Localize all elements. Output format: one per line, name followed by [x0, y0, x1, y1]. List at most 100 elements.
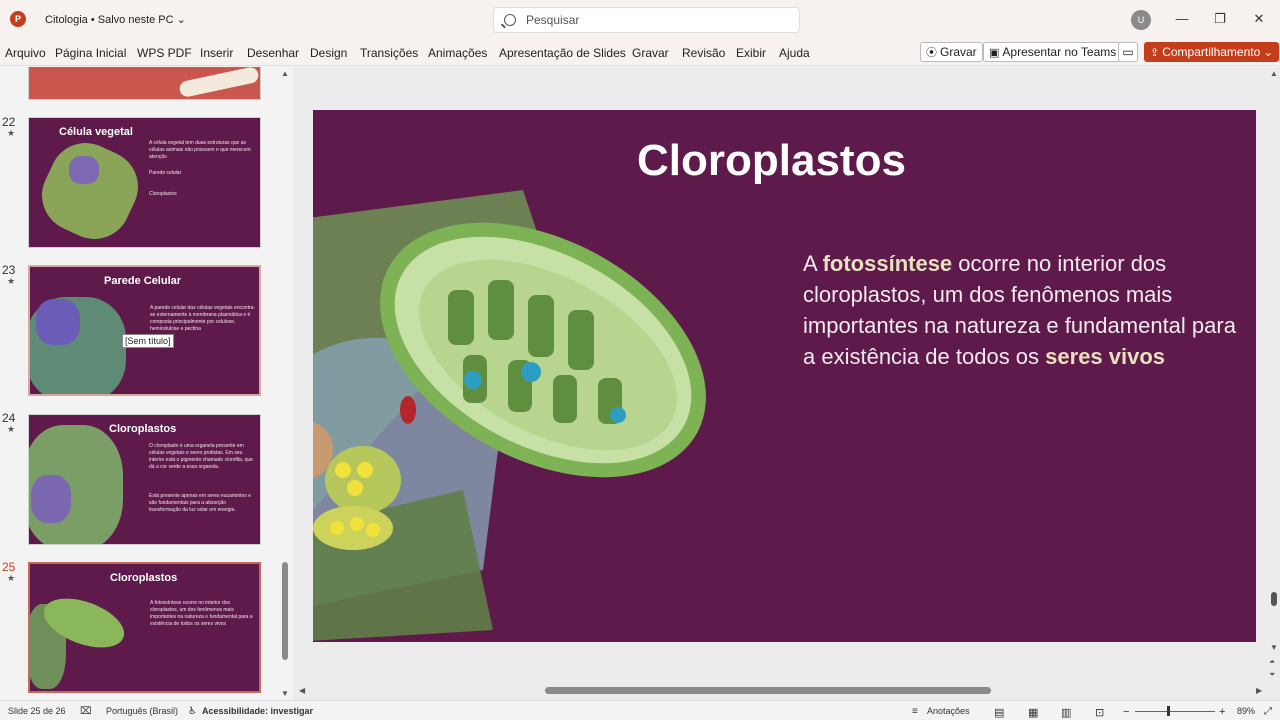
share-button[interactable]: ⇪ Compartilhamento ⌄ — [1144, 42, 1280, 62]
thumbnail-label: Cloroplastos — [149, 191, 177, 197]
normal-view-icon[interactable]: ▤ — [994, 706, 1004, 719]
tab-design[interactable]: Design — [310, 46, 347, 60]
record-icon: ⦿ — [926, 47, 937, 59]
tab-inserir[interactable]: Inserir — [200, 46, 233, 60]
tab-apresentacao[interactable]: Apresentação de Slides — [499, 46, 626, 60]
search-input[interactable]: Pesquisar — [493, 7, 800, 33]
slide-title[interactable]: Cloroplastos — [637, 136, 906, 186]
tab-arquivo[interactable]: Arquivo — [5, 46, 46, 60]
scrollbar-thumb[interactable] — [282, 562, 288, 660]
cell-image — [30, 131, 150, 247]
tab-desenhar[interactable]: Desenhar — [247, 46, 299, 60]
chevron-down-icon: ⌄ — [1263, 45, 1274, 59]
tab-gravar[interactable]: Gravar — [632, 46, 669, 60]
thumbnail-label: Parede celular — [149, 170, 182, 176]
next-slide-icon[interactable]: ⏷ — [1269, 670, 1275, 680]
language-indicator[interactable]: Português (Brasil) — [106, 706, 178, 716]
tab-animacoes[interactable]: Animações — [428, 46, 487, 60]
thumbnail-slide-24[interactable]: Cloroplastos O cloroplasto é uma organel… — [28, 414, 261, 545]
search-placeholder: Pesquisar — [526, 13, 580, 27]
thumbnail-title: Cloroplastos — [110, 572, 178, 584]
thumbnail-body: A fotossíntese ocorre no interior dos cl… — [150, 600, 253, 627]
scrollbar-thumb[interactable] — [545, 687, 991, 694]
star-icon: ★ — [7, 424, 16, 434]
scroll-up-icon[interactable]: ▲ — [281, 69, 289, 78]
restore-icon[interactable]: ❐ — [1211, 10, 1229, 28]
ribbon-tabs: Arquivo Página Inicial WPS PDF Inserir D… — [0, 40, 1280, 66]
scroll-right-icon[interactable]: ▶ — [1256, 686, 1262, 695]
thumbnail-slide-21[interactable] — [28, 67, 261, 100]
star-icon: ★ — [7, 276, 16, 286]
present-teams-button[interactable]: ▣ Apresentar no Teams — [983, 42, 1123, 62]
highlight-photosynthesis: fotossíntese — [822, 251, 953, 276]
share-icon: ⇪ — [1150, 46, 1160, 59]
notes-icon: ≡ — [912, 706, 918, 717]
reading-view-icon[interactable]: ▥ — [1061, 706, 1071, 719]
comment-icon: ▭ — [1122, 45, 1134, 59]
search-icon — [504, 14, 516, 26]
highlight-living-beings: seres vivos — [1045, 344, 1166, 369]
teams-icon: ▣ — [989, 46, 1000, 59]
thumbnail-title: Cloroplastos — [109, 423, 177, 435]
thumbnail-scrollbar[interactable]: ▲ ▼ — [279, 67, 291, 700]
thumbnail-slide-25[interactable]: Cloroplastos A fotossíntese ocorre no in… — [28, 562, 261, 693]
nucleus-image — [36, 299, 80, 345]
avatar[interactable]: U — [1131, 10, 1151, 30]
powerpoint-icon: P — [10, 11, 26, 27]
tab-pagina-inicial[interactable]: Página Inicial — [55, 46, 126, 60]
star-icon: ★ — [7, 128, 16, 138]
thumbnail-slide-22[interactable]: Célula vegetal A célula vegetal tem duas… — [28, 117, 261, 248]
tab-exibir[interactable]: Exibir — [736, 46, 766, 60]
notes-button[interactable]: Anotações — [927, 706, 970, 716]
document-title[interactable]: Citologia • Salvo neste PC ⌄ — [45, 13, 186, 26]
tab-ajuda[interactable]: Ajuda — [779, 46, 810, 60]
thumbnail-slide-23[interactable]: Parede Celular A parede celular das célu… — [28, 265, 261, 396]
thumbnail-image — [178, 67, 260, 99]
slide-number: 23 — [2, 263, 16, 277]
slideshow-icon[interactable]: ⊡ — [1095, 706, 1104, 719]
scroll-up-icon[interactable]: ▲ — [1270, 69, 1278, 78]
chevron-down-icon: ⌄ — [176, 14, 186, 26]
record-button[interactable]: ⦿ Gravar — [920, 42, 983, 62]
vertical-scrollbar[interactable]: ▲ ▼ ⏶ ⏷ — [1268, 67, 1280, 684]
accessibility-icon: ♿ — [188, 706, 197, 717]
slide-sorter-icon[interactable]: ▦ — [1028, 706, 1038, 719]
thumbnail-title: Célula vegetal — [59, 126, 133, 138]
slide-counter: Slide 25 de 26 — [8, 706, 66, 716]
horizontal-scrollbar[interactable]: ◀ ▶ — [293, 684, 1268, 698]
minimize-icon[interactable]: — — [1173, 10, 1191, 28]
thumbnail-body: A parede celular das células vegetais en… — [150, 305, 256, 332]
thumbnail-body: A célula vegetal tem duas estruturas que… — [149, 140, 251, 160]
accessibility-status[interactable]: Acessibilidade: investigar — [202, 706, 313, 716]
slide-thumbnails-panel[interactable]: 22 ★ Célula vegetal A célula vegetal tem… — [0, 67, 292, 700]
zoom-level[interactable]: 89% — [1237, 706, 1255, 716]
scroll-left-icon[interactable]: ◀ — [299, 686, 305, 695]
status-bar: Slide 25 de 26 ⌧ Português (Brasil) ♿ Ac… — [0, 700, 1280, 720]
scroll-down-icon[interactable]: ▼ — [281, 689, 289, 698]
thumbnail-body: O cloroplasto é uma organela presente em… — [149, 443, 253, 470]
spelling-icon[interactable]: ⌧ — [80, 706, 92, 717]
title-bar: P Citologia • Salvo neste PC ⌄ Pesquisar… — [0, 0, 1280, 40]
fit-slide-icon[interactable]: ⤢ — [1264, 706, 1272, 717]
slide-number: 24 — [2, 411, 16, 425]
star-icon: ★ — [7, 573, 16, 583]
current-slide[interactable] — [313, 110, 1256, 642]
close-icon[interactable]: ✕ — [1250, 10, 1268, 28]
tooltip: [Sem título] — [122, 334, 174, 348]
zoom-in-icon[interactable]: + — [1219, 706, 1225, 718]
tab-wps-pdf[interactable]: WPS PDF — [137, 46, 192, 60]
slide-number: 22 — [2, 115, 16, 129]
tab-revisao[interactable]: Revisão — [682, 46, 725, 60]
slide-number: 25 — [2, 560, 16, 574]
slide-body-text[interactable]: A fotossíntese ocorre no interior dos cl… — [803, 248, 1243, 372]
zoom-slider[interactable] — [1135, 711, 1215, 712]
tab-transicoes[interactable]: Transições — [360, 46, 418, 60]
scrollbar-thumb[interactable] — [1271, 592, 1277, 606]
zoom-slider-thumb[interactable] — [1167, 706, 1170, 716]
comments-button[interactable]: ▭ — [1118, 42, 1138, 62]
zoom-out-icon[interactable]: − — [1123, 706, 1129, 718]
thumbnail-title: Parede Celular — [104, 275, 182, 287]
previous-slide-icon[interactable]: ⏶ — [1269, 657, 1275, 667]
thumbnail-body-2: Está presente apenas em seres eucarionte… — [149, 493, 252, 513]
scroll-down-icon[interactable]: ▼ — [1270, 643, 1278, 652]
